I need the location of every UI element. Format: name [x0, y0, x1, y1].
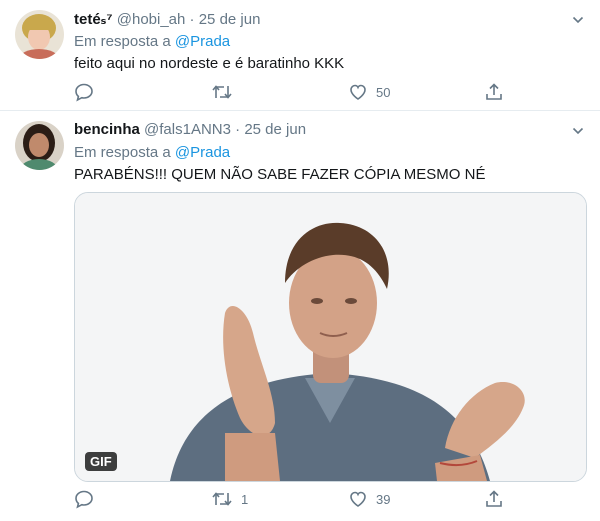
- tweet-date[interactable]: 25 de jun: [244, 121, 306, 138]
- user-handle[interactable]: @fals1ANN3: [144, 121, 231, 138]
- like-icon: [350, 84, 366, 100]
- tweet-text: PARABÉNS!!! QUEM NÃO SABE FAZER CÓPIA ME…: [74, 166, 486, 183]
- reply-button[interactable]: [74, 488, 94, 510]
- share-button[interactable]: [484, 81, 504, 103]
- tweet[interactable]: bencinha @fals1ANN3 · 25 de jun Em respo…: [0, 111, 600, 521]
- reply-mention-link[interactable]: @Prada: [175, 144, 230, 161]
- reply-icon: [75, 83, 93, 102]
- retweet-button[interactable]: [211, 81, 241, 103]
- retweet-icon: [212, 85, 232, 99]
- chevron-down-icon[interactable]: [572, 14, 584, 26]
- tweet-text: feito aqui no nordeste e é baratinho KKK: [74, 55, 345, 72]
- reply-mention-link[interactable]: @Prada: [175, 33, 230, 50]
- chevron-down-icon[interactable]: [572, 125, 584, 137]
- tweet-header: bencinha @fals1ANN3 · 25 de jun: [74, 121, 306, 138]
- tweet-actions: 1 39: [74, 488, 504, 510]
- display-name[interactable]: tetéₛ⁷: [74, 11, 113, 28]
- avatar[interactable]: [15, 121, 64, 170]
- display-name[interactable]: bencinha: [74, 121, 140, 138]
- share-icon: [486, 490, 502, 507]
- retweet-button[interactable]: 1: [211, 488, 248, 510]
- like-button[interactable]: 39: [348, 488, 390, 510]
- like-count: 39: [376, 491, 391, 507]
- reply-context: Em resposta a @Prada: [74, 33, 230, 50]
- reply-prefix: Em resposta a: [74, 33, 171, 50]
- gif-media[interactable]: GIF: [74, 192, 587, 482]
- separator-dot: ·: [235, 121, 241, 138]
- reply-icon: [75, 490, 93, 509]
- retweet-icon: [212, 492, 232, 506]
- gif-badge: GIF: [85, 452, 117, 471]
- gif-image: [75, 193, 586, 481]
- like-button[interactable]: 50: [348, 81, 390, 103]
- retweet-count: 1: [241, 491, 249, 507]
- share-icon: [486, 83, 502, 100]
- reply-prefix: Em resposta a: [74, 144, 171, 161]
- tweet[interactable]: tetéₛ⁷ @hobi_ah · 25 de jun Em resposta …: [0, 0, 600, 111]
- like-icon: [350, 491, 366, 507]
- user-handle[interactable]: @hobi_ah: [117, 11, 186, 28]
- like-count: 50: [376, 84, 391, 100]
- avatar[interactable]: [15, 10, 64, 59]
- tweet-actions: 50: [74, 81, 504, 103]
- tweet-date[interactable]: 25 de jun: [199, 11, 261, 28]
- separator-dot: ·: [189, 11, 195, 28]
- share-button[interactable]: [484, 488, 504, 510]
- reply-button[interactable]: [74, 81, 94, 103]
- reply-context: Em resposta a @Prada: [74, 144, 230, 161]
- tweet-header: tetéₛ⁷ @hobi_ah · 25 de jun: [74, 10, 260, 28]
